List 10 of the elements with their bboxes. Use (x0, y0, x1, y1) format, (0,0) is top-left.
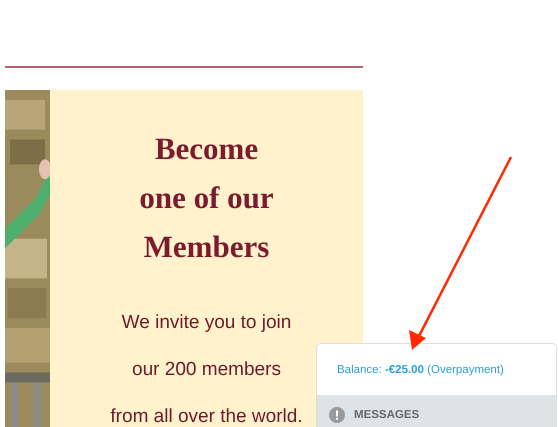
balance-text: Balance: -€25.00 (Overpayment) (337, 364, 504, 376)
messages-bar[interactable]: MESSAGES (317, 395, 556, 427)
body-text-line: from all over the world. (110, 405, 303, 427)
body-text-line: We invite you to join (122, 311, 292, 335)
heading-line: Members (144, 228, 270, 266)
alert-icon (329, 407, 345, 423)
heading-line: one of our (139, 179, 274, 217)
body-text-line: our 200 members (132, 358, 281, 382)
heading-line: Become (154, 130, 258, 168)
messages-label: MESSAGES (354, 409, 420, 421)
